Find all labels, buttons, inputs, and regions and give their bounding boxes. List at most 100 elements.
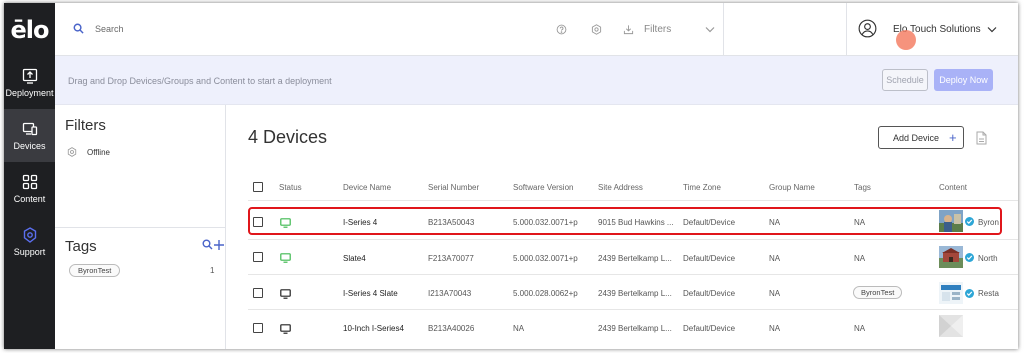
column-header-group-name[interactable]: Group Name: [769, 183, 815, 192]
deployment-icon: [22, 68, 37, 84]
support-icon: [23, 226, 36, 243]
column-header-software-version[interactable]: Software Version: [513, 183, 573, 192]
serial-number: F213A70077: [428, 254, 474, 263]
elo-logo[interactable]: ēlo: [4, 3, 55, 56]
group-name: NA: [769, 218, 781, 227]
content-thumbnail[interactable]: [939, 210, 963, 232]
check-badge-icon: [965, 289, 974, 298]
search-icon: [73, 23, 84, 34]
status-offline-monitor-icon: [280, 289, 291, 299]
group-name: NA: [769, 324, 781, 333]
schedule-button[interactable]: Schedule: [882, 69, 928, 91]
page-title: 4 Devices: [248, 127, 328, 147]
gear-icon: [67, 147, 77, 157]
device-name[interactable]: 10-Inch I-Series4: [343, 324, 404, 333]
top-header: Filters Elo Touch Solutions: [55, 3, 1018, 56]
nav-label-devices: Devices: [13, 140, 46, 151]
header-divider: [723, 3, 724, 56]
check-badge-icon: [965, 217, 974, 226]
software-version: NA: [513, 324, 525, 333]
add-device-label: Add Device: [893, 132, 940, 143]
tag-chip-byrontest[interactable]: ByronTest: [69, 264, 121, 277]
tag-search-add-icon[interactable]: [202, 239, 224, 251]
nav-item-deployment[interactable]: Deployment: [4, 56, 55, 109]
nav-label-support: Support: [13, 246, 46, 257]
check-badge-icon: [965, 253, 974, 262]
status-online-monitor-icon: [280, 253, 291, 263]
tag-count: 1: [210, 266, 215, 275]
status-online-monitor-icon: [280, 218, 291, 228]
devices-icon: [22, 122, 37, 135]
table-divider: [248, 200, 1018, 201]
table-divider: [248, 309, 1018, 310]
time-zone: Default/Device: [683, 254, 736, 263]
filters-dropdown-label[interactable]: Filters: [644, 24, 671, 35]
chevron-down-icon[interactable]: [987, 26, 997, 33]
row-checkbox[interactable]: [253, 217, 263, 227]
content-placeholder-thumbnail[interactable]: [939, 315, 963, 337]
deploy-now-button[interactable]: Deploy Now: [934, 69, 993, 91]
filters-panel: Filters Offline Tags ByronTest 1: [55, 105, 226, 349]
header-divider: [846, 3, 847, 56]
serial-number: B213A50043: [428, 218, 475, 227]
content-name: Resta: [978, 289, 999, 298]
device-name[interactable]: I-Series 4 Slate: [343, 289, 398, 298]
sidebar-divider: [55, 227, 225, 228]
tags-title: Tags: [65, 238, 97, 255]
software-version: 5.000.032.0071+p: [513, 254, 578, 263]
filter-item-offline[interactable]: Offline: [67, 147, 110, 157]
chevron-down-icon[interactable]: [705, 26, 715, 33]
column-header-status[interactable]: Status: [279, 183, 302, 192]
time-zone: Default/Device: [683, 289, 736, 298]
deployment-bar: Drag and Drop Devices/Groups and Content…: [55, 56, 1018, 105]
select-all-checkbox[interactable]: [253, 182, 263, 192]
nav-label-content: Content: [13, 193, 46, 204]
serial-number: B213A40026: [428, 324, 475, 333]
nav-item-content[interactable]: Content: [4, 162, 55, 215]
devices-main: 4 Devices Add Device + Status Device Nam…: [227, 105, 1018, 349]
add-device-button[interactable]: Add Device +: [878, 126, 964, 149]
software-version: 5.000.032.0071+p: [513, 218, 578, 227]
content-thumbnail[interactable]: [939, 246, 963, 268]
cursor-indicator: [896, 30, 916, 50]
column-header-device-name[interactable]: Device Name: [343, 183, 391, 192]
tags-value: NA: [854, 218, 866, 227]
content-icon: [22, 174, 37, 189]
content-thumbnail[interactable]: [939, 282, 963, 304]
column-header-site-address[interactable]: Site Address: [598, 183, 643, 192]
column-header-tags[interactable]: Tags: [854, 183, 871, 192]
help-icon[interactable]: [556, 24, 567, 35]
table-divider: [248, 239, 1018, 240]
time-zone: Default/Device: [683, 324, 736, 333]
column-header-content[interactable]: Content: [939, 183, 967, 192]
download-icon[interactable]: [623, 24, 634, 35]
settings-icon[interactable]: [591, 24, 602, 35]
column-header-time-zone[interactable]: Time Zone: [683, 183, 721, 192]
column-header-serial-number[interactable]: Serial Number: [428, 183, 479, 192]
device-name[interactable]: I-Series 4: [343, 218, 377, 227]
nav-item-devices[interactable]: Devices: [4, 109, 55, 162]
content-name: Byron: [978, 218, 999, 227]
row-checkbox[interactable]: [253, 252, 263, 262]
plus-icon: +: [949, 130, 957, 145]
device-name[interactable]: Slate4: [343, 254, 366, 263]
row-checkbox[interactable]: [253, 323, 263, 333]
serial-number: I213A70043: [428, 289, 472, 298]
export-file-icon[interactable]: [976, 131, 987, 145]
app-window: ēlo Deployment Devices Content Support S…: [4, 3, 1018, 349]
tag-pill[interactable]: ByronTest: [853, 286, 903, 299]
tags-value: NA: [854, 254, 866, 263]
row-checkbox[interactable]: [253, 288, 263, 298]
site-address: 2439 Bertelkamp L...: [598, 324, 672, 333]
left-nav: ēlo Deployment Devices Content Support: [4, 3, 55, 349]
user-avatar-icon[interactable]: [858, 19, 877, 38]
site-address: 2439 Bertelkamp L...: [598, 289, 672, 298]
nav-label-deployment: Deployment: [5, 87, 54, 98]
nav-item-support[interactable]: Support: [4, 215, 55, 268]
software-version: 5.000.028.0062+p: [513, 289, 578, 298]
group-name: NA: [769, 289, 781, 298]
search-input[interactable]: [95, 20, 295, 38]
deployment-hint: Drag and Drop Devices/Groups and Content…: [68, 76, 332, 86]
time-zone: Default/Device: [683, 218, 736, 227]
site-address: 2439 Bertelkamp L...: [598, 254, 672, 263]
